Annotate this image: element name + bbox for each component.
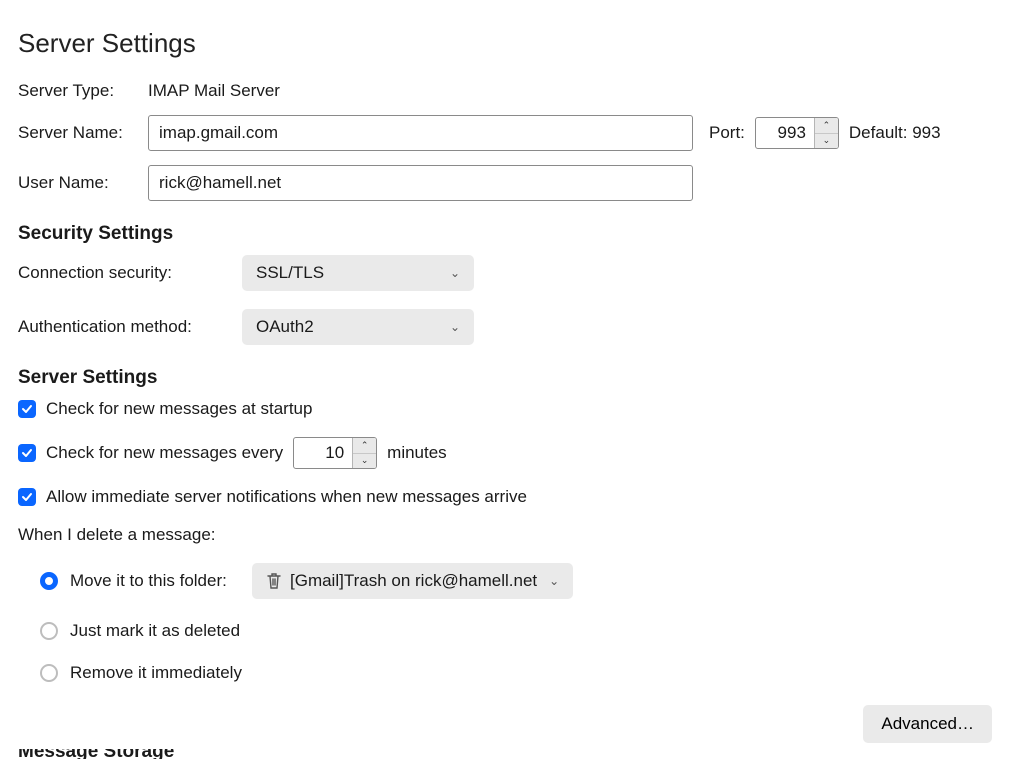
check-icon — [21, 447, 33, 459]
advanced-button[interactable]: Advanced… — [863, 705, 992, 743]
user-name-label: User Name: — [18, 173, 138, 193]
delete-mark-radio[interactable] — [40, 622, 58, 640]
delete-folder-select[interactable]: [Gmail]Trash on rick@hamell.net ⌄ — [252, 563, 573, 599]
check-startup-label: Check for new messages at startup — [46, 399, 312, 419]
check-every-spinner[interactable]: ⌃ ⌄ — [293, 437, 377, 469]
trash-icon — [266, 572, 282, 590]
page-title: Server Settings — [18, 28, 1006, 59]
connection-security-label: Connection security: — [18, 263, 228, 283]
auth-method-select[interactable]: OAuth2 ⌄ — [242, 309, 474, 345]
check-startup-checkbox[interactable] — [18, 400, 36, 418]
chevron-down-icon: ⌄ — [450, 320, 460, 334]
delete-move-label: Move it to this folder: — [70, 571, 240, 591]
check-every-checkbox[interactable] — [18, 444, 36, 462]
allow-notifications-label: Allow immediate server notifications whe… — [46, 487, 527, 507]
minutes-step-up[interactable]: ⌃ — [353, 438, 376, 454]
server-name-label: Server Name: — [18, 123, 138, 143]
check-every-label-after: minutes — [387, 443, 447, 463]
connection-security-value: SSL/TLS — [256, 263, 324, 283]
check-every-label-before: Check for new messages every — [46, 443, 283, 463]
server-name-input[interactable] — [148, 115, 693, 151]
delete-folder-value: [Gmail]Trash on rick@hamell.net — [290, 571, 537, 591]
auth-method-label: Authentication method: — [18, 317, 228, 337]
port-label: Port: — [709, 123, 745, 143]
chevron-down-icon: ⌄ — [450, 266, 460, 280]
delete-move-radio[interactable] — [40, 572, 58, 590]
check-every-input[interactable] — [294, 438, 352, 468]
auth-method-value: OAuth2 — [256, 317, 314, 337]
server-type-label: Server Type: — [18, 81, 138, 101]
delete-remove-radio[interactable] — [40, 664, 58, 682]
delete-mark-label: Just mark it as deleted — [70, 621, 240, 641]
chevron-down-icon: ⌄ — [549, 574, 559, 588]
minutes-step-down[interactable]: ⌄ — [353, 454, 376, 469]
port-step-up[interactable]: ⌃ — [815, 118, 838, 134]
check-icon — [21, 491, 33, 503]
connection-security-select[interactable]: SSL/TLS ⌄ — [242, 255, 474, 291]
server-settings-heading: Server Settings — [18, 367, 1006, 389]
security-heading: Security Settings — [18, 223, 1006, 245]
check-icon — [21, 403, 33, 415]
server-type-value: IMAP Mail Server — [148, 81, 280, 101]
delete-remove-label: Remove it immediately — [70, 663, 242, 683]
allow-notifications-checkbox[interactable] — [18, 488, 36, 506]
port-default-label: Default: 993 — [849, 123, 941, 143]
port-step-down[interactable]: ⌄ — [815, 134, 838, 149]
delete-heading: When I delete a message: — [18, 525, 1006, 545]
port-spinner[interactable]: ⌃ ⌄ — [755, 117, 839, 149]
port-input[interactable] — [756, 118, 814, 148]
message-storage-heading: Message Storage — [18, 749, 1006, 759]
user-name-input[interactable] — [148, 165, 693, 201]
